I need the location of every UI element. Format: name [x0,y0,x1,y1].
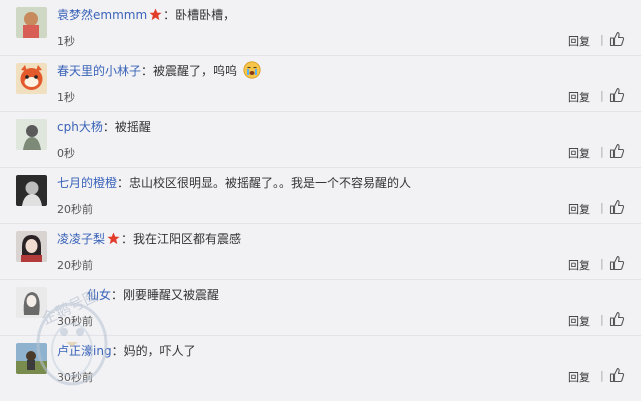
avatar[interactable] [16,63,47,94]
comment-time: 20秒前 [57,203,93,216]
avatar[interactable] [16,119,47,150]
colon-separator: ： [102,120,115,134]
avatar[interactable] [16,7,47,38]
avatar[interactable] [16,343,47,374]
reply-button[interactable]: 回复 [568,89,590,105]
comment-line: 袁梦然emmmm ：卧槽卧槽， [57,5,235,25]
comment-line: 凌凌子梨 ：我在江阳区都有震感 [57,229,241,249]
thumbs-up-icon[interactable] [609,31,625,47]
avatar-image [16,231,47,262]
star-badge-icon [149,8,162,21]
thumbs-up-icon[interactable] [609,255,625,271]
comment-item: 七月的橙橙：忠山校区很明显。被摇醒了。。我是一个不容易醒的人 20秒前 回复 | [0,168,641,224]
thumbs-up-icon[interactable] [609,199,625,215]
thumbs-up-icon[interactable] [609,87,625,103]
username-link[interactable]: 卢正濠ing [57,344,112,358]
username-link[interactable]: 仙女 [87,288,111,302]
avatar-image [16,287,47,318]
action-separator: | [600,369,604,382]
star-badge-icon [107,232,120,245]
username-link[interactable]: cph大杨 [57,120,103,134]
comment-text: 我在江阳区都有震感 [133,232,242,246]
reply-button[interactable]: 回复 [568,33,590,49]
username-link[interactable]: 袁梦然emmmm [57,8,147,22]
reply-button[interactable]: 回复 [568,145,590,161]
reply-button[interactable]: 回复 [568,257,590,273]
colon-separator: ： [111,288,124,302]
crying-emoji-icon [243,61,261,79]
comment-line: 卢正濠ing：妈的，吓人了 [57,341,196,361]
comment-text: 卧槽卧槽， [175,8,236,22]
comment-time: 20秒前 [57,259,93,272]
comment-item: cph大杨：被摇醒 0秒 回复 | [0,112,641,168]
comment-text: 被震醒了，呜呜 [153,64,238,78]
comment-line: 七月的橙橙：忠山校区很明显。被摇醒了。。我是一个不容易醒的人 [57,173,411,193]
comment-time: 30秒前 [57,371,93,384]
comment-item: 袁梦然emmmm ：卧槽卧槽， 1秒 回复 | [0,0,641,56]
colon-separator: ： [111,344,124,358]
comment-time: 30秒前 [57,315,93,328]
comment-time: 1秒 [57,91,75,104]
comment-line: 仙女：刚要睡醒又被震醒 [87,285,219,305]
comment-item: 仙女：刚要睡醒又被震醒 30秒前 回复 | [0,280,641,336]
username-link[interactable]: 春天里的小林子 [57,64,141,78]
thumbs-up-icon[interactable] [609,311,625,327]
comment-line: cph大杨：被摇醒 [57,117,151,137]
reply-button[interactable]: 回复 [568,201,590,217]
reply-button[interactable]: 回复 [568,313,590,329]
avatar[interactable] [16,287,47,318]
colon-separator: ： [163,8,176,22]
avatar-image [16,343,47,374]
action-separator: | [600,313,604,326]
avatar-image [16,7,47,38]
comment-item: 凌凌子梨 ：我在江阳区都有震感 20秒前 回复 | [0,224,641,280]
comment-time: 1秒 [57,35,75,48]
action-separator: | [600,201,604,214]
action-separator: | [600,33,604,46]
username-link[interactable]: 凌凌子梨 [57,232,105,246]
comment-text: 被摇醒 [114,120,151,134]
colon-separator: ： [141,64,154,78]
comment-text: 刚要睡醒又被震醒 [123,288,220,302]
colon-separator: ： [117,176,130,190]
thumbs-up-icon[interactable] [609,367,625,383]
avatar-image [16,63,47,94]
avatar[interactable] [16,231,47,262]
comment-item: 卢正濠ing：妈的，吓人了 30秒前 回复 | [0,336,641,401]
comment-text: 妈的，吓人了 [123,344,196,358]
thumbs-up-icon[interactable] [609,143,625,159]
comment-time: 0秒 [57,147,75,160]
comment-text: 忠山校区很明显。被摇醒了。。我是一个不容易醒的人 [129,176,412,190]
username-link[interactable]: 七月的橙橙 [57,176,117,190]
comment-line: 春天里的小林子：被震醒了，呜呜 [57,61,261,81]
avatar-image [16,119,47,150]
avatar-image [16,175,47,206]
colon-separator: ： [121,232,134,246]
comment-item: 春天里的小林子：被震醒了，呜呜 1秒 回复 | [0,56,641,112]
action-separator: | [600,89,604,102]
action-separator: | [600,257,604,270]
reply-button[interactable]: 回复 [568,369,590,385]
avatar[interactable] [16,175,47,206]
action-separator: | [600,145,604,158]
